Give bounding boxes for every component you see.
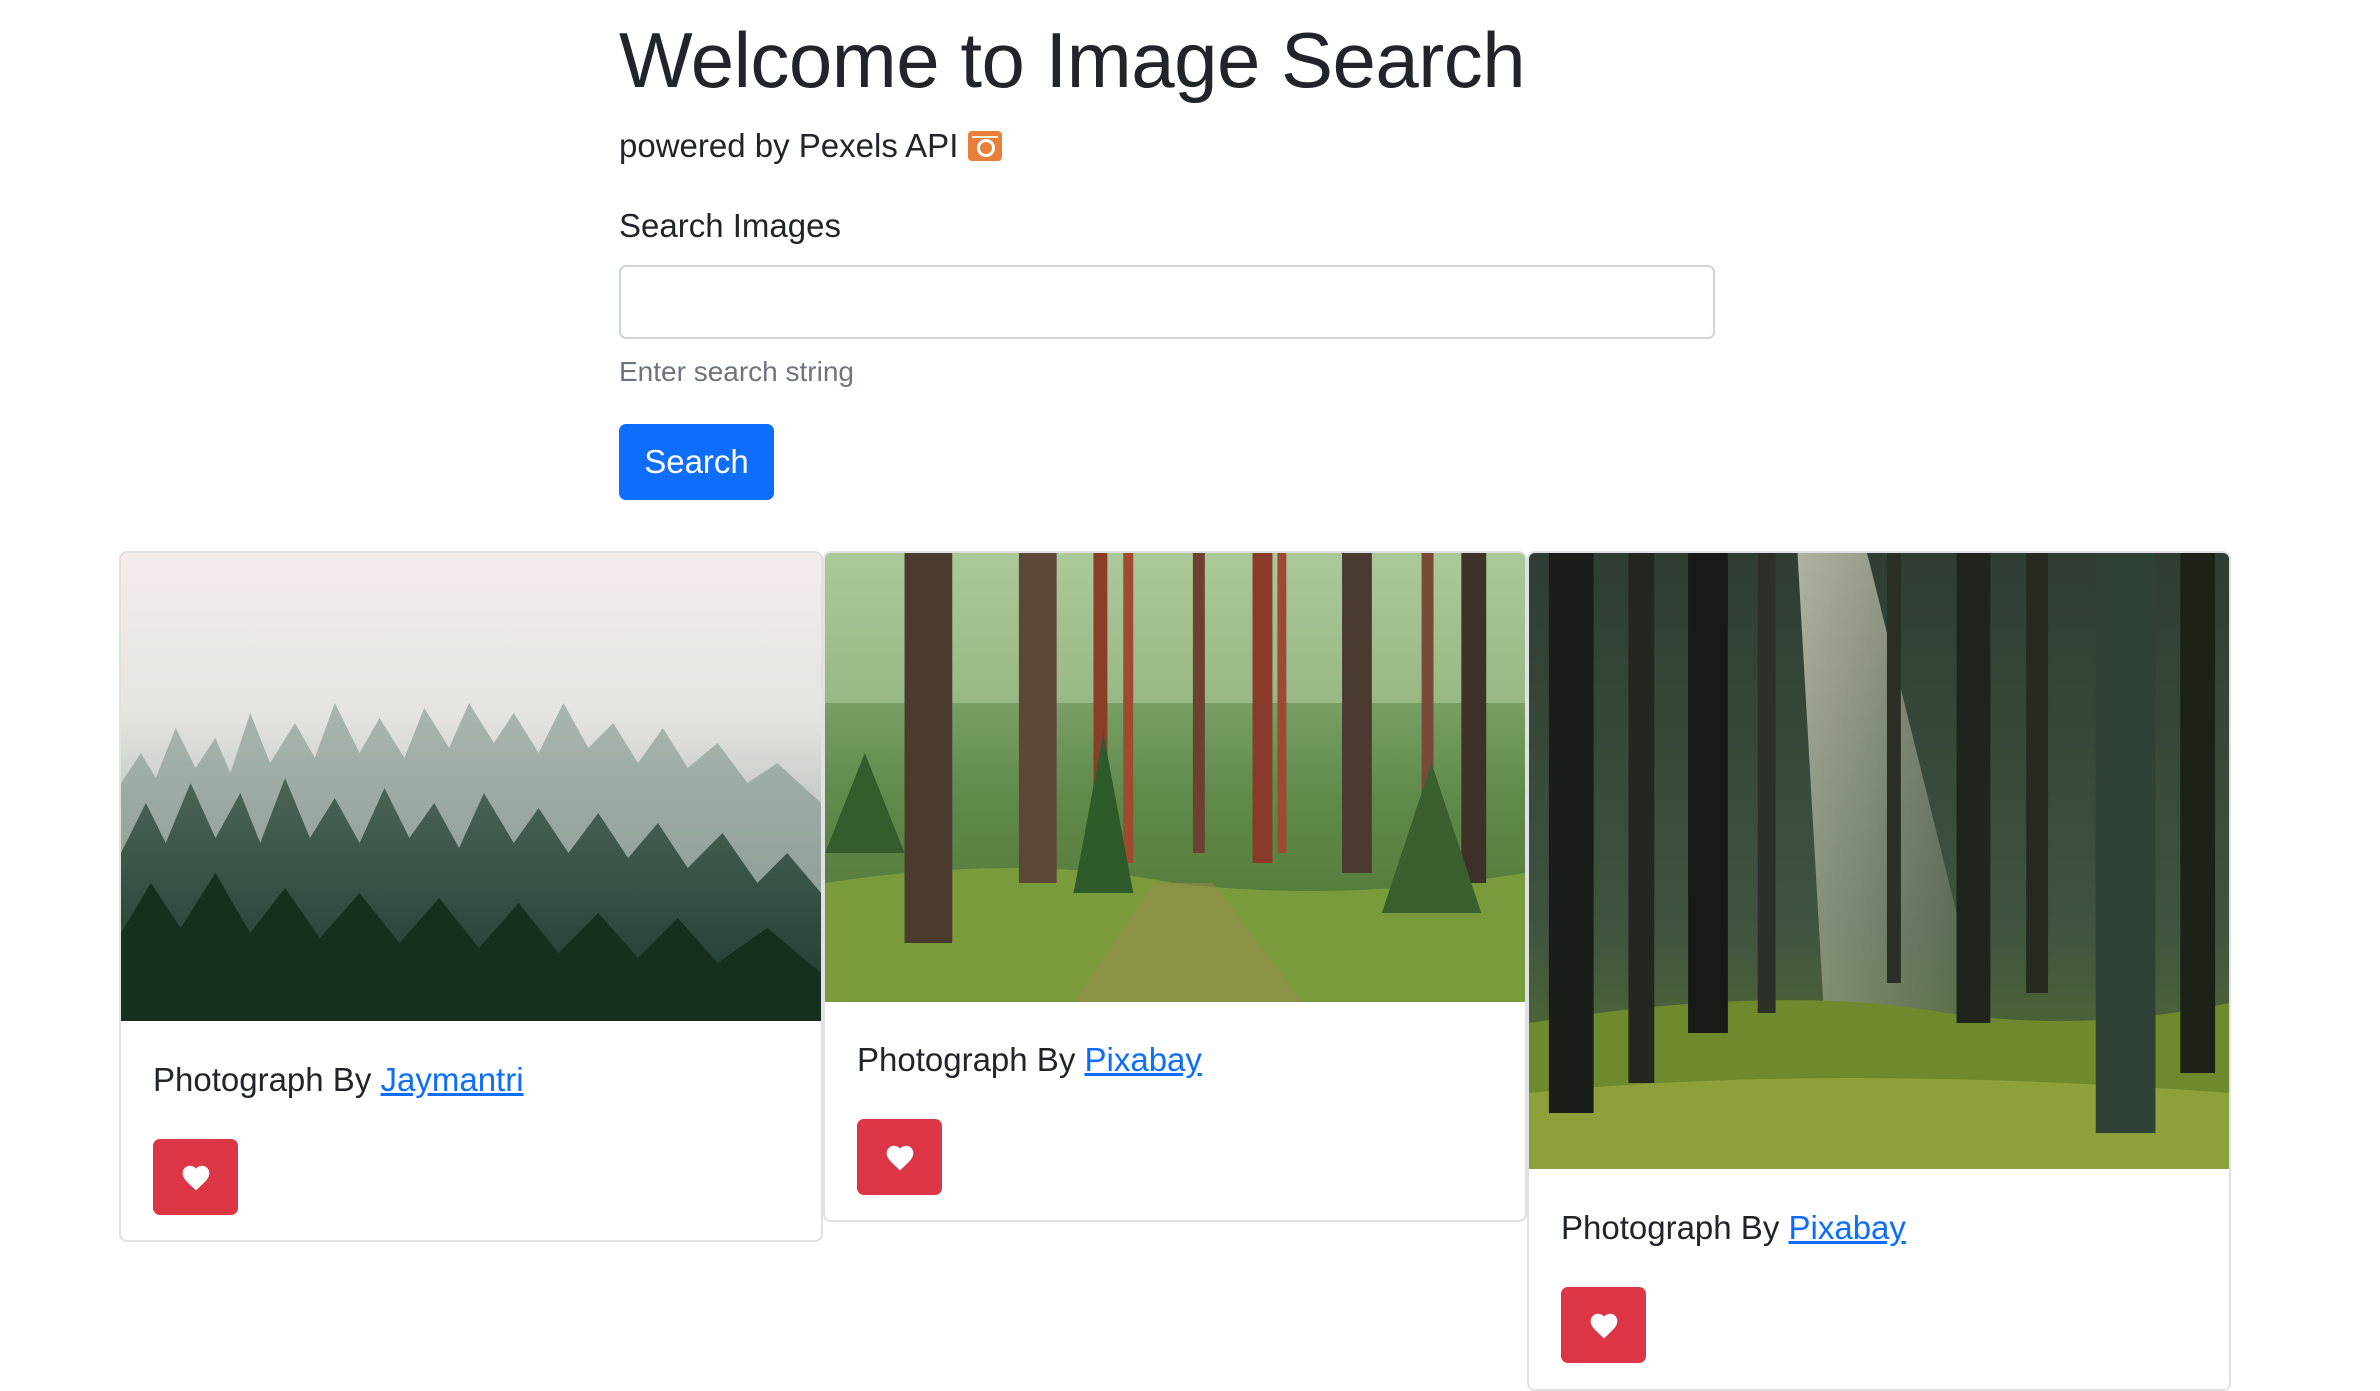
search-input[interactable]	[619, 265, 1715, 339]
photographer-link[interactable]: Pixabay	[1085, 1041, 1202, 1078]
powered-by: powered by Pexels API	[619, 124, 1003, 168]
photo-credit: Photograph By Pixabay	[1561, 1206, 1906, 1250]
camera-icon	[968, 131, 1003, 161]
like-button[interactable]	[153, 1139, 238, 1215]
photographer-link[interactable]: Pixabay	[1789, 1209, 1906, 1246]
card-image	[121, 553, 821, 1021]
photo-credit: Photograph By Pixabay	[857, 1038, 1202, 1082]
credit-prefix: Photograph By	[1561, 1209, 1780, 1246]
search-label: Search Images	[619, 207, 841, 244]
like-button[interactable]	[857, 1119, 942, 1195]
search-help-text: Enter search string	[619, 356, 854, 387]
heart-icon	[1590, 1313, 1617, 1339]
credit-prefix: Photograph By	[153, 1061, 372, 1098]
image-card: Photograph By Pixabay	[823, 551, 1527, 1222]
card-image	[1529, 553, 2229, 1169]
photo-credit: Photograph By Jaymantri	[153, 1058, 524, 1102]
card-image	[825, 553, 1525, 1002]
powered-by-text: powered by Pexels API	[619, 127, 959, 164]
credit-prefix: Photograph By	[857, 1041, 1076, 1078]
search-button[interactable]: Search	[619, 424, 774, 500]
page-title: Welcome to Image Search	[619, 16, 1526, 104]
image-card: Photograph By Jaymantri	[119, 551, 823, 1242]
like-button[interactable]	[1561, 1287, 1646, 1363]
photographer-link[interactable]: Jaymantri	[381, 1061, 524, 1098]
heart-icon	[182, 1165, 209, 1191]
heart-icon	[886, 1145, 913, 1171]
image-card: Photograph By Pixabay	[1527, 551, 2231, 1391]
